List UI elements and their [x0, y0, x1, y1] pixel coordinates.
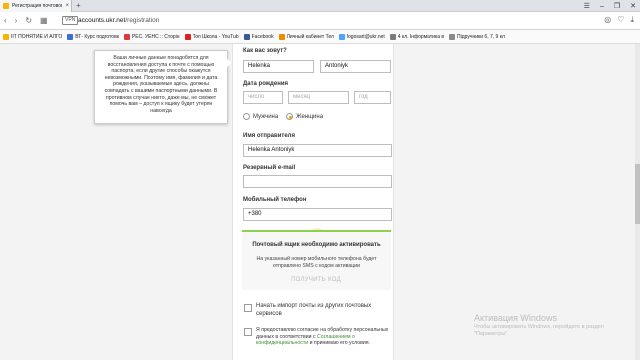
sender-name-input[interactable]: Helenka Antoniyk — [243, 144, 392, 157]
last-name-input[interactable]: Antoniyk — [320, 60, 391, 73]
url-host: accounts.ukr.net — [78, 17, 126, 24]
address-icons: ◎ ♡ ⤓ — [604, 15, 634, 25]
download-icon[interactable]: ⤓ — [630, 15, 634, 25]
consent-suffix: и принимаю его условия. — [308, 340, 371, 347]
bookmark-item[interactable]: logosart@ukr.net — [338, 33, 385, 40]
bookmark-label: ВТ- Курс подготовк — [75, 33, 119, 40]
dob-year-input[interactable]: год — [354, 91, 391, 104]
dob-day-input[interactable]: число — [243, 91, 283, 104]
bookmark-heart-icon[interactable]: ♡ — [617, 15, 624, 25]
consent-checkbox[interactable] — [244, 328, 252, 336]
activation-title: Почтовый ящик необходимо активировать — [252, 242, 381, 248]
tab-title: Регистрация почтового ящ — [12, 3, 62, 9]
radio-female-selected-icon — [286, 113, 293, 120]
bookmark-item[interactable]: 4 кл. Інформатика в — [389, 33, 445, 40]
bookmark-favicon-icon — [184, 33, 191, 40]
windows-activation-watermark: Активация Windows Чтобы активировать Win… — [474, 313, 638, 338]
minimize-icon[interactable]: – — [600, 3, 604, 10]
consent-label: Я предоставляю согласие на обработку пер… — [256, 327, 391, 347]
phone-input[interactable]: +380 — [243, 208, 392, 221]
bookmark-label: Facebook — [251, 33, 274, 40]
first-name-input[interactable]: Helenka — [243, 60, 314, 73]
bookmark-item[interactable]: РЕС. УЕНС :: Сторін — [123, 33, 180, 40]
forward-icon[interactable]: › — [15, 16, 18, 25]
bookmark-label: РЕС. УЕНС :: Сторін — [131, 33, 180, 40]
bookmark-favicon-icon — [67, 33, 74, 40]
dob-label: Дата рождения — [243, 81, 289, 87]
bookmark-label: Личный кабинет Тел — [286, 33, 334, 40]
bookmark-favicon-icon — [389, 33, 396, 40]
gender-female-radio[interactable]: Женщина — [286, 113, 323, 120]
import-mail-checkbox[interactable] — [244, 304, 252, 312]
reserve-email-label: Резервный e-mail — [243, 165, 296, 171]
bookmark-favicon-icon — [3, 33, 9, 40]
bookmark-favicon-icon — [338, 33, 345, 40]
radio-male-icon — [243, 113, 250, 120]
new-tab-button[interactable]: + — [76, 2, 81, 10]
bookmark-label: 4 кл. Інформатика в — [397, 33, 445, 40]
maximize-icon[interactable]: ❐ — [614, 2, 620, 10]
browser-titlebar: Регистрация почтового ящ × + ☰ – ❐ ✕ — [0, 0, 640, 12]
personal-data-tooltip: Ваши личные данные понадобятся для восст… — [94, 50, 232, 124]
bookmark-item[interactable]: ВТ- Курс подготовк — [67, 33, 119, 40]
bookmark-favicon-icon — [123, 33, 130, 40]
bookmark-label: Підручники 6, 7, 9 кл — [457, 33, 505, 40]
bookmark-favicon-icon — [449, 33, 456, 40]
tab-favicon-icon — [3, 3, 9, 9]
speed-dial-icon[interactable]: ▦ — [40, 16, 48, 25]
snapshot-icon[interactable]: ◎ — [604, 15, 611, 25]
nav-buttons: ‹ › ↻ ▦ — [4, 16, 48, 25]
bookmark-item[interactable]: Личный кабинет Тел — [278, 33, 334, 40]
close-window-icon[interactable]: ✕ — [630, 2, 636, 10]
scrollbar-thumb[interactable] — [635, 164, 640, 224]
bookmark-item[interactable]: IIT ПОНЯТИЕ И АЛГО — [3, 33, 63, 40]
url-field[interactable]: accounts.ukr.net/registration — [78, 16, 598, 26]
bookmark-label: Топ Школа - YouTub — [192, 33, 239, 40]
bookmark-favicon-icon — [278, 33, 285, 40]
watermark-title: Активация Windows — [474, 313, 557, 323]
name-label: Как вас зовут? — [243, 48, 287, 54]
bookmark-item[interactable]: Підручники 6, 7, 9 кл — [449, 33, 505, 40]
bookmark-favicon-icon — [243, 33, 250, 40]
browser-menu-icon[interactable]: ☰ — [584, 2, 590, 10]
activation-description: На указанный номер мобильного телефона б… — [256, 256, 377, 269]
browser-tab[interactable]: Регистрация почтового ящ × — [0, 0, 72, 12]
bookmark-item[interactable]: Facebook — [243, 33, 274, 40]
tab-close-icon[interactable]: × — [65, 3, 69, 9]
url-path: /registration — [125, 17, 160, 24]
gender-female-label: Женщина — [296, 113, 324, 120]
phone-label: Мобильный телефон — [243, 197, 307, 203]
sender-name-label: Имя отправителя — [243, 133, 295, 139]
window-controls: ☰ – ❐ ✕ — [584, 0, 636, 12]
bookmark-label: logosart@ukr.net — [346, 33, 385, 40]
bookmark-label: IIT ПОНЯТИЕ И АЛГО — [11, 33, 63, 40]
reload-icon[interactable]: ↻ — [25, 16, 32, 25]
activation-box: Почтовый ящик необходимо активировать На… — [242, 230, 391, 290]
back-icon[interactable]: ‹ — [4, 16, 7, 25]
watermark-text: Чтобы активировать Windows, перейдите в … — [474, 324, 604, 337]
address-bar: ‹ › ↻ ▦ VPN accounts.ukr.net/registratio… — [0, 12, 640, 30]
import-mail-label: Начать импорт почты из других почтовых с… — [256, 303, 372, 317]
bookmarks-bar: IIT ПОНЯТИЕ И АЛГО ВТ- Курс подготовк РЕС.… — [0, 30, 640, 44]
gender-male-radio[interactable]: Мужчина — [243, 113, 278, 120]
vpn-badge[interactable]: VPN — [62, 16, 79, 25]
dob-month-select[interactable]: месяц — [288, 91, 349, 104]
reserve-email-input[interactable] — [243, 175, 392, 188]
bookmark-item[interactable]: Топ Школа - YouTub — [184, 33, 239, 40]
gender-male-label: Мужчина — [253, 113, 279, 120]
get-code-button[interactable]: ПОЛУЧИТЬ КОД — [276, 275, 356, 286]
